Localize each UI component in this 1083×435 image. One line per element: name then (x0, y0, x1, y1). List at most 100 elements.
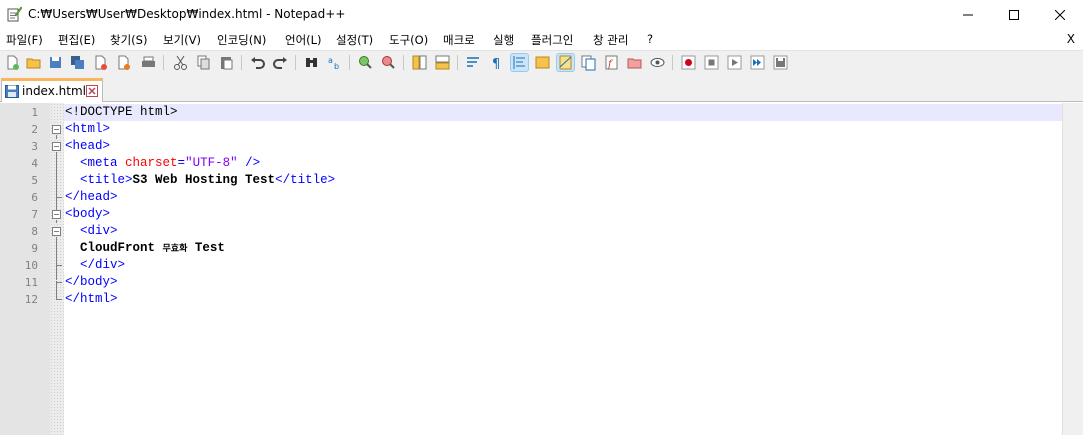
close-file-icon[interactable] (92, 54, 109, 71)
doctype-token: <!DOCTYPE html> (65, 105, 178, 119)
menu-help[interactable]: ? (647, 32, 653, 46)
fold-line (56, 237, 57, 280)
menu-edit[interactable]: 편집(E) (58, 32, 95, 48)
minimize-icon (963, 14, 973, 16)
show-all-chars-icon[interactable]: ¶ (488, 54, 505, 71)
close-document-button[interactable]: X (1067, 32, 1075, 46)
play-macro-icon[interactable] (726, 54, 743, 71)
line-number: 8 (31, 225, 38, 238)
maximize-icon (1009, 10, 1019, 20)
editor[interactable]: 1 2 3 4 5 6 7 8 9 10 11 12 <!DOCTYPE htm… (0, 103, 1083, 435)
menu-window[interactable]: 창 관리 (593, 32, 628, 48)
monitoring-icon[interactable] (649, 54, 666, 71)
menu-file[interactable]: 파일(F) (6, 32, 43, 48)
record-macro-icon[interactable] (680, 54, 697, 71)
find-icon[interactable] (303, 54, 320, 71)
text-token: Test (187, 241, 225, 255)
close-icon (1055, 10, 1065, 20)
menu-macro[interactable]: 매크로 (443, 32, 475, 48)
tag-token: <title> (80, 173, 133, 187)
line-number: 1 (31, 106, 38, 119)
folder-workspace-icon[interactable] (626, 54, 643, 71)
word-wrap-icon[interactable] (465, 54, 482, 71)
save-all-icon[interactable] (69, 54, 86, 71)
string-token: "UTF-8" (185, 156, 238, 170)
fold-toggle-div[interactable] (52, 227, 61, 236)
fold-line (56, 152, 57, 197)
text-area[interactable] (64, 103, 1062, 435)
menu-settings[interactable]: 설정(T) (336, 32, 373, 48)
cut-icon[interactable] (172, 54, 189, 71)
title-bar: C:₩Users₩User₩Desktop₩index.html - Notep… (0, 0, 1083, 30)
print-icon[interactable] (140, 54, 157, 71)
replace-icon[interactable]: ab (326, 54, 343, 71)
close-all-icon[interactable] (115, 54, 132, 71)
stop-macro-icon[interactable] (703, 54, 720, 71)
zoom-in-icon[interactable] (357, 54, 374, 71)
run-macro-multiple-icon[interactable] (749, 54, 766, 71)
notepad-plus-plus-icon (7, 6, 22, 22)
menu-search[interactable]: 찾기(S) (110, 32, 147, 48)
doc-list-icon[interactable] (580, 54, 597, 71)
code-line-2: <html> (65, 121, 110, 138)
minimize-button[interactable] (945, 0, 991, 30)
sync-vertical-icon[interactable] (411, 54, 428, 71)
code-line-12: </html> (65, 291, 118, 308)
line-number: 2 (31, 123, 38, 136)
code-line-11: </body> (65, 274, 118, 291)
menu-language[interactable]: 언어(L) (285, 32, 322, 48)
menu-run[interactable]: 실행 (493, 32, 514, 48)
code-line-1: <!DOCTYPE html> (65, 104, 178, 121)
fold-line (56, 198, 57, 210)
tab-bar: index.html (0, 74, 1083, 102)
save-macro-icon[interactable] (772, 54, 789, 71)
fold-toggle-body[interactable] (52, 210, 61, 219)
paste-icon[interactable] (218, 54, 235, 71)
tab-close-icon[interactable] (86, 85, 98, 97)
fold-toggle-head[interactable] (52, 142, 61, 151)
open-file-icon[interactable] (25, 54, 42, 71)
fold-end-marker (56, 265, 62, 266)
maximize-button[interactable] (991, 0, 1037, 30)
redo-icon[interactable] (272, 54, 289, 71)
svg-text:¶: ¶ (492, 57, 500, 71)
code-line-3: <head> (65, 138, 110, 155)
doc-map-icon[interactable] (556, 53, 575, 72)
text-token: S3 Web Hosting Test (132, 173, 276, 187)
tag-token: <div> (80, 224, 118, 238)
indent-guide-icon[interactable] (510, 53, 529, 72)
close-window-button[interactable] (1037, 0, 1083, 30)
menu-tools[interactable]: 도구(O) (389, 32, 428, 48)
code-line-6: </head> (65, 189, 118, 206)
menu-view[interactable]: 보기(V) (163, 32, 201, 48)
sync-horizontal-icon[interactable] (434, 54, 451, 71)
menu-bar: 파일(F) 편집(E) 찾기(S) 보기(V) 인코딩(N) 언어(L) 설정(… (0, 30, 1083, 50)
tag-token: </title> (275, 173, 336, 187)
vertical-scrollbar[interactable] (1062, 103, 1083, 435)
menu-encoding[interactable]: 인코딩(N) (217, 32, 266, 48)
save-icon[interactable] (47, 54, 64, 71)
tag-token: <body> (65, 207, 111, 221)
zoom-out-icon[interactable] (380, 54, 397, 71)
fold-toggle-html[interactable] (52, 125, 61, 134)
fold-end-marker (56, 299, 62, 300)
line-number: 11 (24, 276, 38, 289)
fold-line (56, 220, 57, 223)
copy-icon[interactable] (195, 54, 212, 71)
text-token: 무효화 (162, 244, 188, 254)
code-line-8: <div> (65, 223, 118, 240)
tag-token: <meta (80, 156, 126, 170)
tag-token: </html> (65, 292, 118, 306)
tab-index-html[interactable]: index.html (1, 78, 103, 102)
function-list-icon[interactable]: f (603, 54, 620, 71)
user-lang-icon[interactable] (534, 54, 551, 71)
text-token: CloudFront (80, 241, 163, 255)
tag-token: </head> (65, 190, 118, 204)
menu-plugins[interactable]: 플러그인 (531, 32, 573, 48)
code-line-7: <body> (65, 206, 110, 223)
new-file-icon[interactable] (4, 54, 21, 71)
undo-icon[interactable] (249, 54, 266, 71)
line-number: 12 (24, 293, 38, 306)
svg-text:b: b (334, 62, 339, 71)
line-number: 5 (31, 174, 38, 187)
